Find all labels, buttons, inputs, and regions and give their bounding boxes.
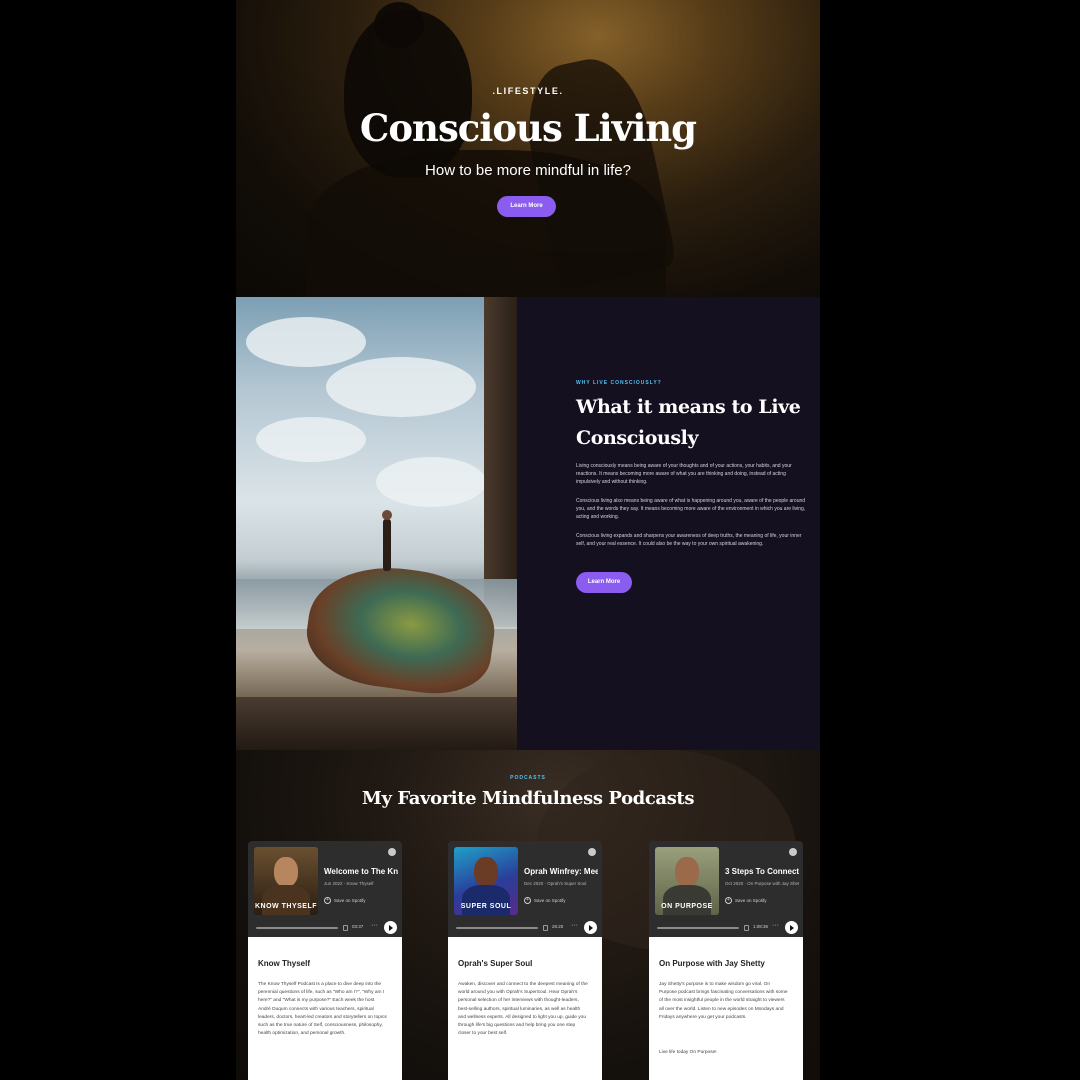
why-section: WHY LIVE CONSCIOUSLY? What it means to L…	[236, 297, 820, 750]
player-controls: 1:08:36 ···	[655, 921, 798, 934]
spotify-icon[interactable]	[388, 848, 396, 856]
spotify-icon[interactable]	[789, 848, 797, 856]
cover-text: ON PURPOSE	[661, 903, 713, 910]
duration: 03:37	[352, 924, 364, 929]
duration: 1:08:36	[753, 924, 769, 929]
host-shoulders	[663, 885, 711, 915]
cloud	[246, 317, 366, 367]
host-face	[675, 857, 699, 887]
more-options-icon[interactable]: ···	[571, 922, 578, 929]
why-paragraph: Conscious living expands and sharpens yo…	[576, 533, 802, 547]
hero-subtitle: How to be more mindful in life?	[425, 162, 631, 179]
more-options-icon[interactable]: ···	[772, 922, 779, 929]
why-eyebrow: WHY LIVE CONSCIOUSLY?	[576, 380, 662, 386]
spotify-icon[interactable]	[588, 848, 596, 856]
podcasts-eyebrow: PODCASTS	[510, 775, 546, 781]
podcast-info: Know Thyself The Know Thyself Podcast is…	[248, 937, 402, 1080]
cloud	[376, 457, 486, 507]
podcast-name: Oprah's Super Soul	[458, 959, 533, 968]
save-label: Save on Spotify	[534, 898, 566, 903]
plus-icon: +	[725, 897, 732, 904]
podcast-cover[interactable]: ON PURPOSE	[655, 847, 719, 915]
host-face	[274, 857, 298, 887]
episode-meta: Dec 2020 · Oprah's Super Soul	[524, 881, 587, 886]
host-face	[474, 857, 498, 887]
standing-man	[382, 510, 392, 571]
save-on-spotify-button[interactable]: + Save on Spotify	[324, 897, 366, 904]
why-title: What it means to Live Consciously	[576, 396, 801, 449]
player-controls: 26:20 ···	[454, 921, 597, 934]
episode-title[interactable]: 3 Steps To Connect with Your Purpose	[725, 867, 799, 876]
host-shoulders	[462, 885, 510, 915]
podcast-card: ON PURPOSE 3 Steps To Connect with Your …	[649, 841, 803, 1080]
podcast-name: On Purpose with Jay Shetty	[659, 959, 765, 968]
episode-title[interactable]: Welcome to The Know Thyself Podcast	[324, 867, 398, 876]
hero-learn-more-button[interactable]: Learn More	[497, 196, 556, 217]
play-button[interactable]	[785, 921, 798, 934]
spotify-embed-player[interactable]: ON PURPOSE 3 Steps To Connect with Your …	[649, 841, 803, 937]
preview-icon[interactable]	[543, 925, 548, 931]
why-paragraph: Living consciously means being aware of …	[576, 463, 792, 485]
host-shoulders	[262, 885, 310, 915]
why-paragraph: Conscious living also means being aware …	[576, 498, 806, 520]
beach	[236, 697, 517, 750]
preview-icon[interactable]	[343, 925, 348, 931]
progress-bar[interactable]	[657, 927, 739, 929]
progress-bar[interactable]	[256, 927, 338, 929]
save-label: Save on Spotify	[334, 898, 366, 903]
podcast-info: Oprah's Super Soul Awaken, discover and …	[448, 937, 602, 1080]
episode-title[interactable]: Oprah Winfrey: Meet Oprah's Super Soul	[524, 867, 598, 876]
podcast-description: The Know Thyself Podcast is a place to d…	[258, 982, 387, 1037]
podcast-card: SUPER SOUL Oprah Winfrey: Meet Oprah's S…	[448, 841, 602, 1080]
podcast-cover[interactable]: SUPER SOUL	[454, 847, 518, 915]
podcast-description: Awaken, discover and connect to the deep…	[458, 982, 588, 1037]
save-on-spotify-button[interactable]: + Save on Spotify	[524, 897, 566, 904]
podcasts-section: PODCASTS My Favorite Mindfulness Podcast…	[236, 750, 820, 1080]
cover-text: KNOW THYSELF	[255, 903, 317, 910]
cloud	[256, 417, 366, 462]
more-options-icon[interactable]: ···	[371, 922, 378, 929]
hero-eyebrow: .LIFESTYLE.	[492, 86, 564, 96]
preview-icon[interactable]	[744, 925, 749, 931]
page: .LIFESTYLE. Conscious Living How to be m…	[236, 0, 820, 1080]
podcast-card: KNOW THYSELF Welcome to The Know Thyself…	[248, 841, 402, 1080]
spotify-embed-player[interactable]: KNOW THYSELF Welcome to The Know Thyself…	[248, 841, 402, 937]
podcast-cover[interactable]: KNOW THYSELF	[254, 847, 318, 915]
episode-meta: Oct 2020 · On Purpose with Jay Shetty	[725, 881, 799, 886]
cover-text: SUPER SOUL	[460, 903, 512, 910]
hero-title: Conscious Living	[359, 106, 697, 150]
progress-bar[interactable]	[456, 927, 538, 929]
save-label: Save on Spotify	[735, 898, 767, 903]
play-button[interactable]	[384, 921, 397, 934]
plus-icon: +	[324, 897, 331, 904]
podcast-name: Know Thyself	[258, 959, 311, 968]
cloud	[326, 357, 476, 417]
spotify-embed-player[interactable]: SUPER SOUL Oprah Winfrey: Meet Oprah's S…	[448, 841, 602, 937]
player-controls: 03:37 ···	[254, 921, 397, 934]
play-button[interactable]	[584, 921, 597, 934]
cliff	[484, 297, 517, 627]
duration: 26:20	[552, 924, 564, 929]
save-on-spotify-button[interactable]: + Save on Spotify	[725, 897, 767, 904]
why-learn-more-button[interactable]: Learn More	[576, 572, 632, 593]
episode-meta: Jun 2022 · Know Thyself	[324, 881, 374, 886]
podcasts-title: My Favorite Mindfulness Podcasts	[361, 788, 695, 809]
hero-section: .LIFESTYLE. Conscious Living How to be m…	[236, 0, 820, 297]
podcast-info: On Purpose with Jay Shetty Jay Shetty's …	[649, 937, 803, 1080]
podcast-description: Jay Shetty's purpose is to make wisdom g…	[659, 982, 788, 1020]
plus-icon: +	[524, 897, 531, 904]
beach-wreck-photo	[236, 297, 517, 750]
podcast-tagline: Live life today On Purpose!	[659, 1050, 717, 1055]
